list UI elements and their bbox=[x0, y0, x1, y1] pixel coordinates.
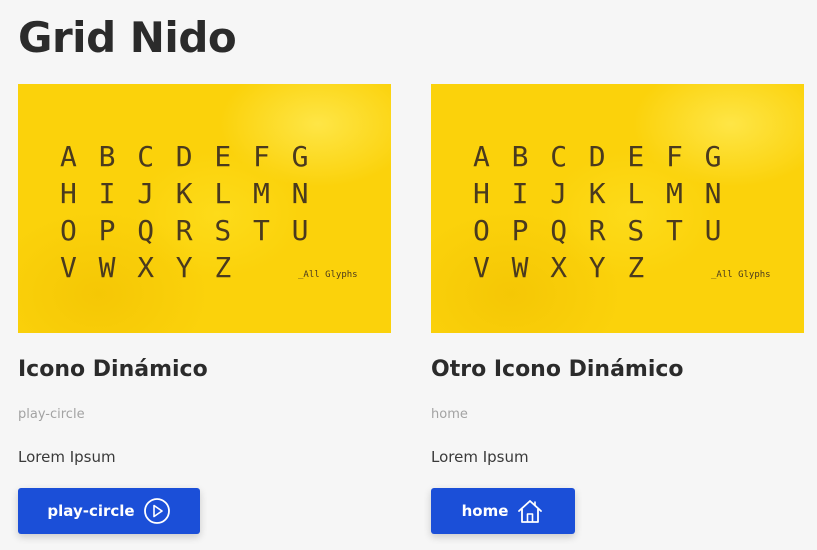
glyph: V bbox=[60, 251, 77, 284]
glyph: G bbox=[291, 140, 309, 173]
card-icono-dinamico: A B C D E F G H I J K L M N O P Q R S T … bbox=[18, 84, 391, 534]
glyph: W bbox=[511, 251, 529, 284]
glyph-row: V W X Y Z bbox=[58, 249, 328, 286]
glyph: F bbox=[665, 140, 683, 173]
glyph: T bbox=[665, 214, 683, 247]
glyph: X bbox=[137, 251, 155, 284]
glyph: V bbox=[473, 251, 490, 284]
glyph: N bbox=[704, 177, 722, 210]
glyph: L bbox=[627, 177, 645, 210]
glyph: Y bbox=[175, 251, 193, 284]
card-image: A B C D E F G H I J K L M N O P Q R S T … bbox=[18, 84, 391, 333]
glyph-row: O P Q R S T U bbox=[58, 212, 328, 249]
glyph: R bbox=[588, 214, 606, 247]
glyph-row: H I J K L M N bbox=[58, 175, 328, 212]
card-otro-icono-dinamico: A B C D E F G H I J K L M N O P Q R S T … bbox=[431, 84, 804, 534]
glyph: D bbox=[175, 140, 193, 173]
glyph: Q bbox=[550, 214, 568, 247]
glyph: R bbox=[175, 214, 193, 247]
card-title: Otro Icono Dinámico bbox=[431, 357, 684, 382]
card-image: A B C D E F G H I J K L M N O P Q R S T … bbox=[431, 84, 804, 333]
glyph: J bbox=[550, 177, 568, 210]
glyph: L bbox=[214, 177, 232, 210]
glyph: J bbox=[137, 177, 155, 210]
glyph: Z bbox=[627, 251, 645, 284]
glyph: Q bbox=[137, 214, 155, 247]
glyph: Z bbox=[214, 251, 232, 284]
card-icon-name: play-circle bbox=[18, 407, 85, 422]
play-circle-icon bbox=[143, 497, 171, 525]
glyph: O bbox=[473, 214, 490, 247]
glyph: E bbox=[627, 140, 645, 173]
glyph: H bbox=[473, 177, 490, 210]
glyph-row: H I J K L M N bbox=[471, 175, 741, 212]
glyph: W bbox=[98, 251, 116, 284]
button-label: play-circle bbox=[47, 502, 135, 520]
button-label: home bbox=[461, 502, 509, 520]
glyph: X bbox=[550, 251, 568, 284]
glyph: C bbox=[550, 140, 568, 173]
glyph: M bbox=[665, 177, 683, 210]
glyph-grid: A B C D E F G H I J K L M N O P Q R S T … bbox=[471, 138, 741, 286]
glyph: P bbox=[98, 214, 116, 247]
page: Grid Nido A B C D E F G H I J K L M N O … bbox=[0, 0, 817, 550]
glyph: C bbox=[137, 140, 155, 173]
glyph-row: A B C D E F G bbox=[471, 138, 741, 175]
glyph: A bbox=[60, 140, 77, 173]
glyph: N bbox=[291, 177, 309, 210]
glyph: U bbox=[291, 214, 309, 247]
glyph: U bbox=[704, 214, 722, 247]
glyph: Y bbox=[588, 251, 606, 284]
glyph: P bbox=[511, 214, 529, 247]
home-icon bbox=[516, 497, 544, 525]
glyph: E bbox=[214, 140, 232, 173]
glyph: I bbox=[511, 177, 529, 210]
glyph: A bbox=[473, 140, 490, 173]
page-title: Grid Nido bbox=[18, 13, 237, 62]
glyph: K bbox=[175, 177, 193, 210]
glyph: G bbox=[704, 140, 722, 173]
glyph: S bbox=[627, 214, 645, 247]
glyph: M bbox=[252, 177, 270, 210]
card-text: Lorem Ipsum bbox=[431, 448, 529, 466]
glyph: K bbox=[588, 177, 606, 210]
home-button[interactable]: home bbox=[431, 488, 575, 534]
card-title: Icono Dinámico bbox=[18, 357, 208, 382]
glyph-row: A B C D E F G bbox=[58, 138, 328, 175]
glyph-row: O P Q R S T U bbox=[471, 212, 741, 249]
glyph-caption: _All Glyphs bbox=[711, 270, 771, 280]
card-text: Lorem Ipsum bbox=[18, 448, 116, 466]
glyph: I bbox=[98, 177, 116, 210]
glyph-row: V W X Y Z bbox=[471, 249, 741, 286]
glyph: O bbox=[60, 214, 77, 247]
glyph-grid: A B C D E F G H I J K L M N O P Q R S T … bbox=[58, 138, 328, 286]
play-circle-button[interactable]: play-circle bbox=[18, 488, 200, 534]
glyph: H bbox=[60, 177, 77, 210]
glyph: S bbox=[214, 214, 232, 247]
glyph: B bbox=[511, 140, 529, 173]
card-icon-name: home bbox=[431, 407, 468, 422]
glyph-caption: _All Glyphs bbox=[298, 270, 358, 280]
glyph: F bbox=[252, 140, 270, 173]
glyph: B bbox=[98, 140, 116, 173]
glyph: D bbox=[588, 140, 606, 173]
glyph: T bbox=[252, 214, 270, 247]
